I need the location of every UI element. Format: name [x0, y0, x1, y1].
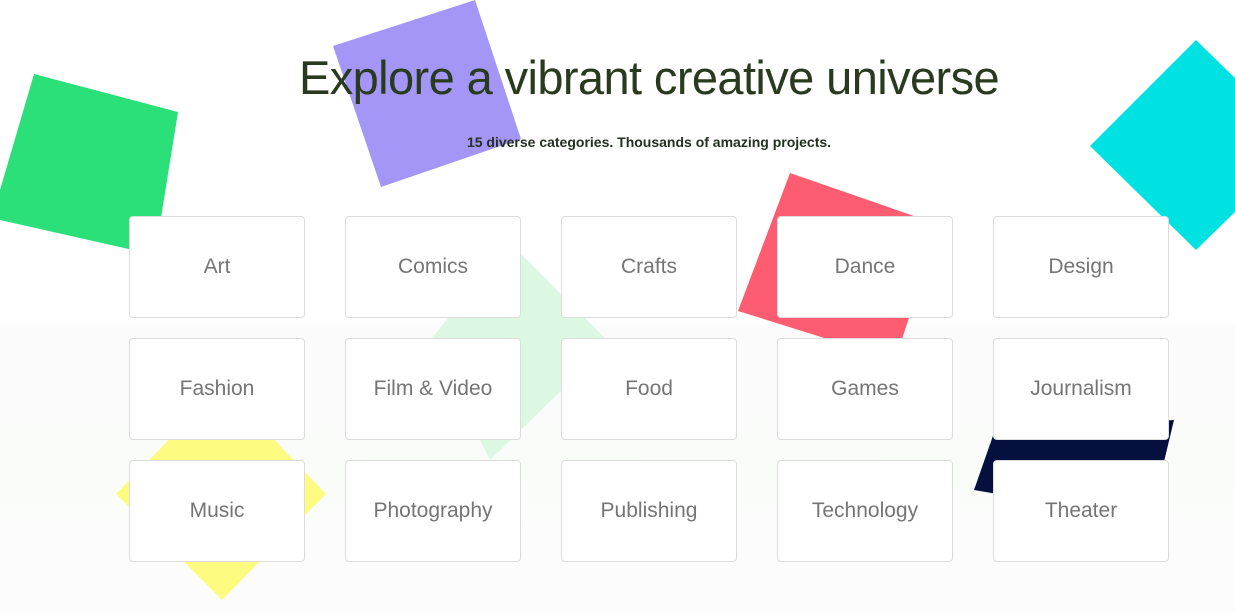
category-label: Technology [811, 499, 919, 522]
category-label: Publishing [600, 499, 698, 522]
category-card-music[interactable]: Music [129, 460, 305, 562]
category-label: Music [189, 499, 245, 522]
category-card-journalism[interactable]: Journalism [993, 338, 1169, 440]
category-label: Film & Video [373, 377, 493, 400]
page-title: Explore a vibrant creative universe [298, 51, 1000, 104]
category-card-theater[interactable]: Theater [993, 460, 1169, 562]
category-label: Journalism [1030, 377, 1132, 400]
category-card-art[interactable]: Art [129, 216, 305, 318]
category-grid: Art Comics Crafts Dance Design Fashion F… [129, 216, 1169, 562]
category-label: Food [625, 377, 673, 400]
category-label: Dance [834, 255, 896, 278]
page-subtitle: 15 diverse categories. Thousands of amaz… [466, 134, 832, 150]
category-explorer: Explore a vibrant creative universe 15 d… [0, 0, 1235, 612]
category-label: Games [831, 377, 899, 400]
category-label: Photography [373, 499, 493, 522]
category-card-comics[interactable]: Comics [345, 216, 521, 318]
category-card-photography[interactable]: Photography [345, 460, 521, 562]
category-label: Fashion [179, 377, 255, 400]
category-card-games[interactable]: Games [777, 338, 953, 440]
category-label: Design [1048, 255, 1114, 278]
category-label: Crafts [620, 255, 677, 278]
category-card-dance[interactable]: Dance [777, 216, 953, 318]
category-card-food[interactable]: Food [561, 338, 737, 440]
category-card-publishing[interactable]: Publishing [561, 460, 737, 562]
category-label: Theater [1044, 499, 1118, 522]
category-card-film-video[interactable]: Film & Video [345, 338, 521, 440]
category-card-fashion[interactable]: Fashion [129, 338, 305, 440]
category-card-design[interactable]: Design [993, 216, 1169, 318]
category-label: Comics [397, 255, 468, 278]
category-card-crafts[interactable]: Crafts [561, 216, 737, 318]
category-label: Art [203, 255, 231, 278]
category-card-technology[interactable]: Technology [777, 460, 953, 562]
